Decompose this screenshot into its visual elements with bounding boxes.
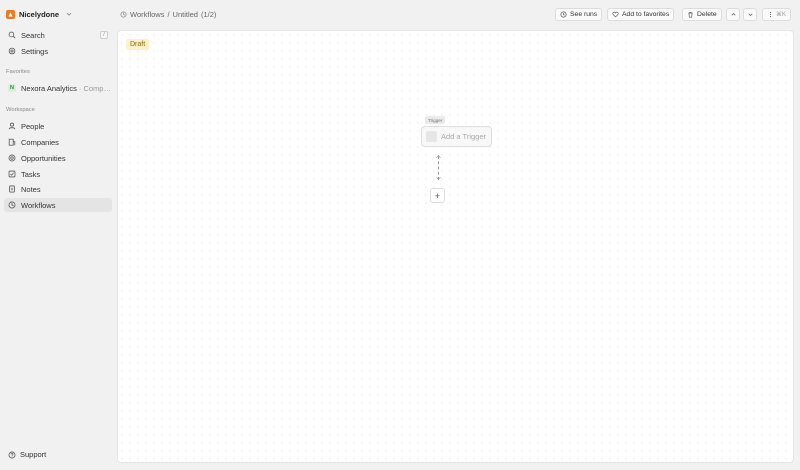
support-label: Support bbox=[20, 450, 47, 459]
sidebar-item-search[interactable]: Search / bbox=[4, 28, 112, 42]
add-step-button[interactable]: + bbox=[430, 188, 445, 203]
trigger-placeholder-icon bbox=[426, 131, 437, 142]
add-to-favorites-label: Add to favorites bbox=[622, 11, 670, 18]
sidebar-item-settings[interactable]: Settings bbox=[4, 44, 112, 58]
note-icon bbox=[8, 185, 16, 193]
record-position: (1/2) bbox=[200, 10, 217, 19]
checkbox-icon bbox=[8, 170, 16, 178]
favorite-subtitle: · Compa... bbox=[78, 83, 112, 93]
target-icon bbox=[8, 154, 16, 162]
sidebar-item-companies[interactable]: Companies bbox=[4, 135, 112, 149]
connector-arrow-down-icon bbox=[436, 177, 441, 180]
sidebar-item-tasks[interactable]: Tasks bbox=[4, 167, 112, 181]
search-shortcut-badge: / bbox=[100, 31, 108, 39]
add-trigger-node[interactable]: Add a Trigger bbox=[421, 126, 492, 147]
sidebar-item-label: Notes bbox=[21, 184, 41, 194]
top-bar: Workflows / Untitled (1/2) See runs Add … bbox=[116, 0, 800, 30]
sidebar-item-label: Tasks bbox=[21, 169, 41, 179]
search-icon bbox=[8, 31, 16, 39]
breadcrumb-separator: / bbox=[167, 10, 170, 19]
chevron-up-icon bbox=[731, 12, 735, 16]
next-record-button[interactable] bbox=[743, 8, 757, 21]
previous-record-button[interactable] bbox=[726, 8, 740, 21]
gear-icon bbox=[8, 47, 16, 55]
help-icon bbox=[8, 451, 16, 458]
trash-icon bbox=[688, 11, 693, 18]
see-runs-button[interactable]: See runs bbox=[555, 8, 603, 21]
chevron-down-icon bbox=[748, 13, 752, 17]
workspace-logo-icon bbox=[6, 9, 15, 19]
workflow-icon bbox=[120, 11, 127, 18]
workflow-icon bbox=[8, 201, 16, 209]
sidebar-item-notes[interactable]: Notes bbox=[4, 182, 112, 196]
breadcrumb-parent[interactable]: Workflows bbox=[130, 10, 164, 19]
command-shortcut: ⌘K bbox=[776, 12, 787, 18]
sidebar-item-opportunities[interactable]: Opportunities bbox=[4, 151, 112, 165]
sidebar: Nicelydone Search / Settings Favorites N… bbox=[0, 0, 116, 470]
workspace-name: Nicelydone bbox=[19, 9, 60, 19]
workspace-heading: Workspace bbox=[6, 107, 35, 113]
sidebar-item-label: Opportunities bbox=[21, 153, 66, 163]
sidebar-item-people[interactable]: People bbox=[4, 119, 112, 133]
sidebar-item-label: Search bbox=[21, 30, 45, 40]
clock-icon bbox=[560, 11, 567, 18]
chevron-down-icon bbox=[66, 12, 72, 16]
add-to-favorites-button[interactable]: Add to favorites bbox=[607, 8, 675, 21]
sidebar-item-label: Companies bbox=[21, 137, 59, 147]
breadcrumb: Workflows / Untitled (1/2) bbox=[120, 10, 216, 19]
more-vertical-icon bbox=[769, 11, 772, 18]
favorite-name: Nexora Analytics bbox=[21, 83, 77, 93]
sidebar-item-label: People bbox=[21, 121, 45, 131]
support-button[interactable]: Support bbox=[8, 450, 46, 459]
sidebar-item-label: Settings bbox=[21, 46, 49, 56]
sidebar-item-workflows[interactable]: Workflows bbox=[4, 198, 112, 212]
heart-icon bbox=[612, 11, 619, 18]
breadcrumb-current: Untitled bbox=[172, 10, 198, 19]
status-badge: Draft bbox=[126, 39, 150, 50]
trigger-tag: Trigger bbox=[425, 116, 446, 124]
see-runs-label: See runs bbox=[570, 11, 598, 18]
workflow-canvas[interactable]: Draft Trigger Add a Trigger + bbox=[117, 30, 794, 463]
add-trigger-label: Add a Trigger bbox=[441, 132, 487, 141]
favorite-avatar: N bbox=[8, 84, 16, 92]
favorite-item[interactable]: N Nexora Analytics · Compa... bbox=[4, 81, 112, 95]
favorites-heading: Favorites bbox=[6, 69, 30, 75]
more-options-button[interactable]: ⌘K bbox=[762, 8, 792, 21]
sidebar-item-label: Workflows bbox=[21, 200, 56, 210]
delete-button[interactable]: Delete bbox=[682, 8, 722, 21]
delete-label: Delete bbox=[697, 11, 717, 18]
building-icon bbox=[8, 138, 16, 146]
user-icon bbox=[8, 122, 16, 130]
workspace-switcher[interactable]: Nicelydone bbox=[6, 8, 73, 20]
